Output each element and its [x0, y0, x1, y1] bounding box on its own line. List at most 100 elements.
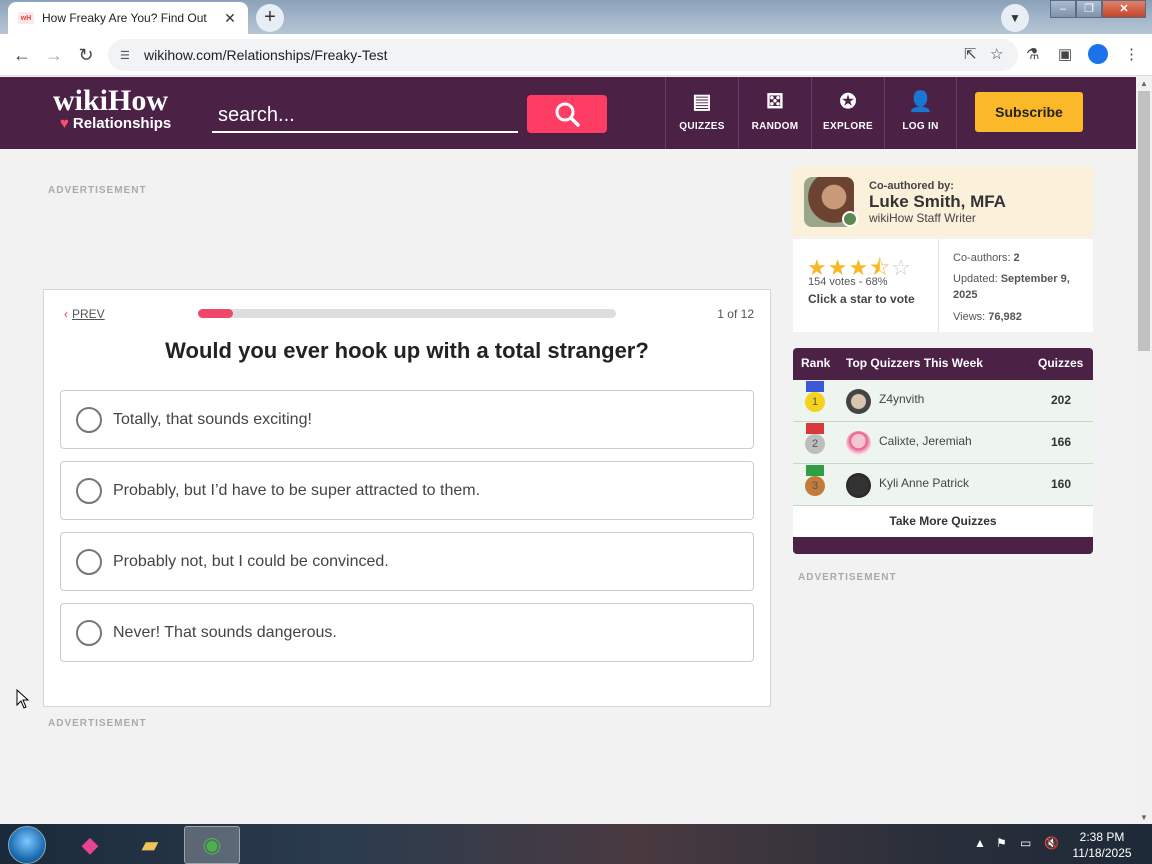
views-count: Views: 76,982 [953, 311, 1022, 323]
close-window-button[interactable]: ✕ [1102, 0, 1146, 18]
verified-badge-icon [842, 211, 858, 227]
vote-prompt: Click a star to vote [808, 292, 915, 306]
ad-label-bottom: ADVERTISEMENT [48, 718, 147, 729]
bronze-medal-icon: 3 [805, 476, 825, 496]
answer-label: Probably, but I’d have to be super attra… [113, 481, 481, 499]
star-empty-icon[interactable]: ☆ [891, 255, 912, 280]
leaderboard-row[interactable]: 1 Z4ynvith 202 [793, 380, 1093, 422]
updated-date: Updated: September 9, 2025 [953, 273, 1070, 301]
search-input[interactable]: search... [212, 99, 518, 133]
close-tab-icon[interactable]: ✕ [222, 10, 238, 27]
browser-tab-bar: wH How Freaky Are You? Find Out ✕ + ▼ – … [0, 0, 1152, 34]
prev-link[interactable]: ‹ PREV [64, 307, 105, 321]
address-bar[interactable]: ☰ wikihow.com/Relationships/Freaky-Test … [108, 39, 1018, 71]
browser-toolbar: ← → ↻ ☰ wikihow.com/Relationships/Freaky… [0, 34, 1152, 76]
forward-arrow-icon[interactable]: → [43, 45, 65, 66]
maximize-button[interactable]: ❐ [1076, 0, 1102, 18]
article-stats: ★★★⯪☆ 154 votes - 68% Click a star to vo… [793, 239, 1093, 332]
profile-avatar-icon[interactable] [1088, 44, 1108, 64]
chrome-taskbar-icon[interactable]: ◉ [184, 826, 240, 864]
question-counter: 1 of 12 [717, 307, 754, 321]
tab-search-chevron-down-icon[interactable]: ▼ [1001, 4, 1029, 32]
radio-button[interactable] [76, 406, 102, 433]
stats-divider [938, 239, 939, 332]
site-info-icon[interactable]: ☰ [120, 49, 134, 62]
question-text: Would you ever hook up with a total stra… [165, 338, 649, 363]
author-name[interactable]: Luke Smith, MFA [869, 192, 1006, 212]
site-logo[interactable]: wikiHow [53, 85, 168, 117]
tray-expand-icon[interactable]: ▲ [974, 836, 986, 850]
clock-date: 11/18/2025 [1072, 846, 1132, 860]
coauthors-count: Co-authors: 2 [953, 252, 1020, 264]
nav-random[interactable]: ⚄ RANDOM [738, 77, 811, 149]
radio-button[interactable] [76, 477, 102, 504]
volume-muted-icon[interactable]: 🔇 [1044, 836, 1059, 850]
reload-icon[interactable]: ↻ [75, 45, 97, 66]
answer-option[interactable]: Probably, but I’d have to be super attra… [60, 461, 754, 520]
user-score: 166 [1051, 435, 1072, 449]
network-icon[interactable]: ▭ [1020, 836, 1031, 850]
action-center-flag-icon[interactable]: ⚑ [996, 836, 1007, 850]
ad-label-sidebar: ADVERTISEMENT [798, 572, 897, 583]
scroll-thumb[interactable] [1138, 91, 1150, 351]
nav-quizzes[interactable]: ▤ QUIZZES [665, 77, 738, 149]
minimize-button[interactable]: – [1050, 0, 1076, 18]
user-score: 160 [1051, 477, 1072, 491]
extension-flask-icon[interactable]: ⚗ [1026, 45, 1039, 63]
site-favicon-icon: wH [18, 12, 34, 24]
radio-button[interactable] [76, 619, 102, 646]
clock-time: 2:38 PM [1079, 830, 1125, 844]
back-arrow-icon[interactable]: ← [11, 45, 33, 66]
user-icon: 👤 [908, 91, 933, 113]
answer-option[interactable]: Totally, that sounds exciting! [60, 390, 754, 449]
quiz-card: ‹ PREV 1 of 12 Would you ever hook up wit… [43, 289, 771, 707]
scroll-up-icon[interactable]: ▲ [1140, 79, 1148, 88]
start-button[interactable] [8, 826, 46, 864]
author-box: Co-authored by: Luke Smith, MFA wikiHow … [793, 167, 1093, 237]
site-section[interactable]: ♥ Relationships [60, 115, 171, 132]
browser-tab[interactable]: wH How Freaky Are You? Find Out ✕ [8, 2, 248, 34]
user-score: 202 [1051, 393, 1072, 407]
url-text: wikihow.com/Relationships/Freaky-Test [144, 47, 388, 63]
file-explorer-icon[interactable]: ▰ [122, 826, 178, 864]
search-icon [555, 102, 580, 127]
heart-icon: ♥ [60, 115, 69, 132]
app-icon-cube[interactable]: ◆ [62, 826, 118, 864]
rank-header: Rank [801, 356, 831, 370]
page-scrollbar[interactable]: ▲ ▼ [1136, 77, 1152, 824]
subscribe-button[interactable]: Subscribe [975, 92, 1083, 132]
answer-label: Totally, that sounds exciting! [113, 410, 312, 428]
side-panel-icon[interactable]: ▣ [1058, 45, 1072, 63]
ribbon-icon [806, 423, 824, 434]
quiz-progress-fill [198, 309, 233, 318]
take-more-quizzes-link[interactable]: Take More Quizzes [793, 506, 1093, 537]
leaderboard-row[interactable]: 3 Kyli Anne Patrick 160 [793, 464, 1093, 506]
bookmark-star-icon[interactable]: ☆ [990, 45, 1003, 63]
search-button[interactable] [527, 95, 607, 133]
nav-log-in[interactable]: 👤 LOG IN [884, 77, 957, 149]
answer-label: Never! That sounds dangerous. [113, 623, 337, 641]
user-name: Kyli Anne Patrick [879, 476, 970, 490]
system-clock[interactable]: 2:38 PM 11/18/2025 [1066, 829, 1138, 861]
tab-title: How Freaky Are You? Find Out [42, 11, 207, 25]
radio-button[interactable] [76, 548, 102, 575]
scroll-down-icon[interactable]: ▼ [1140, 813, 1148, 822]
quizzers-header: Top Quizzers This Week [846, 356, 983, 370]
leaderboard: Rank Top Quizzers This Week Quizzes 1 Z4… [793, 348, 1093, 554]
compass-icon: ✪ [839, 91, 857, 113]
leaderboard-row[interactable]: 2 Calixte, Jeremiah 166 [793, 422, 1093, 464]
nav-explore[interactable]: ✪ EXPLORE [811, 77, 884, 149]
windows-taskbar: ◆ ▰ ◉ ▲ ⚑ ▭ 🔇 2:38 PM 11/18/2025 [0, 824, 1152, 864]
site-header: wikiHow ♥ Relationships search... ▤ QUIZZ… [0, 77, 1136, 149]
window-controls: – ❐ ✕ [1050, 0, 1146, 20]
share-icon[interactable]: ⇱ [964, 45, 977, 63]
author-role: wikiHow Staff Writer [869, 211, 976, 225]
mouse-cursor-icon [16, 689, 30, 709]
coauthored-label: Co-authored by: [869, 180, 954, 192]
answer-option[interactable]: Never! That sounds dangerous. [60, 603, 754, 662]
new-tab-button[interactable]: + [256, 4, 284, 32]
gold-medal-icon: 1 [805, 392, 825, 412]
answer-option[interactable]: Probably not, but I could be convinced. [60, 532, 754, 591]
menu-dots-icon[interactable]: ⋮ [1124, 45, 1139, 63]
ribbon-icon [806, 381, 824, 392]
